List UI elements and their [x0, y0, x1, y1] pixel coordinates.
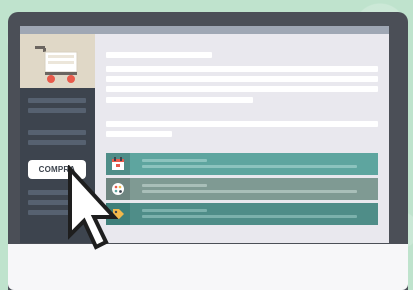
- sidebar-item-4[interactable]: [28, 140, 86, 145]
- text-placeholder-5: [106, 97, 253, 103]
- text-placeholder-7: [106, 131, 172, 137]
- text-placeholder-3: [106, 76, 378, 82]
- sidebar-item-2[interactable]: [28, 108, 86, 113]
- text-placeholder-4: [106, 86, 378, 92]
- row-text-line: [142, 159, 207, 162]
- text-placeholder-6: [106, 121, 378, 127]
- row-text-line: [142, 165, 357, 168]
- title-bar: [20, 26, 389, 34]
- row-text-line: [142, 184, 207, 187]
- list-item[interactable]: [106, 178, 378, 200]
- cart-logo-panel: [20, 34, 95, 88]
- shopping-cart-icon: [35, 46, 78, 83]
- list-item[interactable]: [106, 203, 378, 225]
- text-placeholder-1: [106, 52, 212, 58]
- row-text-line: [142, 215, 357, 218]
- list-item[interactable]: [106, 153, 378, 175]
- sidebar-item-3[interactable]: [28, 130, 86, 135]
- cursor-icon: [68, 165, 119, 250]
- row-text-line: [142, 190, 357, 193]
- sidebar-item-1[interactable]: [28, 98, 86, 103]
- row-text-line: [142, 209, 207, 212]
- text-placeholder-2: [106, 66, 378, 72]
